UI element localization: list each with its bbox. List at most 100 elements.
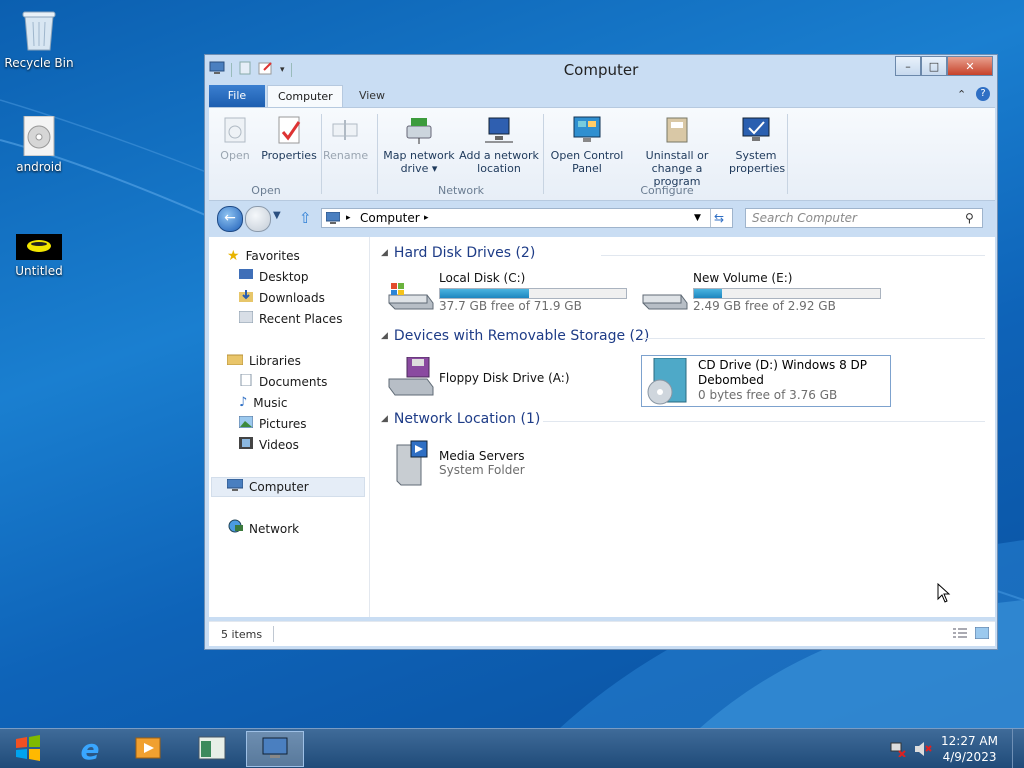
desktop-icon-label: Untitled [15,264,63,278]
drive-item-cd[interactable]: CD Drive (D:) Windows 8 DP Debombed 0 by… [641,355,891,407]
mouse-cursor-icon [937,582,951,606]
details-view-icon[interactable] [953,627,967,642]
open-button[interactable]: Open [215,114,255,162]
minimize-ribbon-icon[interactable]: ⌃ [957,88,966,101]
desktop-icon-recycle-bin[interactable]: Recycle Bin [1,8,77,70]
nav-libraries-label: Libraries [249,354,301,368]
collapse-arrow-icon[interactable]: ◢ [381,248,388,258]
nav-music[interactable]: ♪ Music [239,393,287,413]
taskbar-internet-explorer[interactable]: e [62,731,118,767]
network-status-icon[interactable] [890,741,906,760]
nav-desktop-label: Desktop [259,270,309,284]
group-header-network-location[interactable]: ◢ Network Location (1) [381,411,540,427]
desktop-icon [239,267,253,287]
minimize-button[interactable]: – [895,56,921,76]
drive-usage-fill [694,289,722,298]
group-header-removable-storage[interactable]: ◢ Devices with Removable Storage (2) [381,328,649,344]
ribbon-separator [377,114,378,194]
breadcrumb-computer[interactable]: Computer [360,209,420,227]
collapse-arrow-icon[interactable]: ◢ [381,414,388,424]
taskbar: e 12:27 AM 4/9/2023 [0,728,1024,768]
nav-pictures[interactable]: Pictures [238,414,307,434]
show-desktop-button[interactable] [1012,729,1024,768]
address-dropdown-icon[interactable]: ▼ [694,209,701,227]
nav-desktop[interactable]: Desktop [239,267,309,287]
back-button[interactable]: ← [217,206,243,232]
group-label-configure: Configure [640,184,694,197]
tab-file[interactable]: File [209,85,265,107]
hard-drive-icon [641,281,689,314]
nav-downloads-label: Downloads [259,291,325,305]
computer-icon [226,477,244,497]
group-header-hard-disk-drives[interactable]: ◢ Hard Disk Drives (2) [381,245,535,261]
nav-computer[interactable]: Computer [226,477,309,497]
floppy-drive-icon [387,356,435,400]
taskbar-explorer-active[interactable] [246,731,304,767]
media-server-icon [391,439,431,490]
group-divider [641,338,985,339]
videos-icon [239,435,253,455]
desktop-icon-untitled[interactable]: Untitled [1,234,77,278]
rename-button[interactable]: Rename [323,114,369,162]
map-network-drive-button[interactable]: Map network drive ▾ [383,114,455,175]
group-divider [601,255,985,256]
ribbon-separator [543,114,544,194]
maximize-button[interactable]: □ [921,56,947,76]
pictures-icon [238,414,254,434]
system-properties-button[interactable]: System properties [729,114,785,175]
close-button[interactable]: ✕ [947,56,993,76]
explorer-window: ▾ Computer – □ ✕ File Computer View ⌃ ? … [204,54,998,650]
navigation-bar: ← ▼ ⇧ ▸ Computer ▸ ▼ ⇆ Search Computer ⚲ [209,203,995,233]
start-button[interactable] [0,731,56,767]
system-clock[interactable]: 12:27 AM 4/9/2023 [941,733,998,765]
open-control-panel-button[interactable]: Open Control Panel [549,114,625,175]
uninstall-program-button[interactable]: Uninstall or change a program [627,114,727,188]
breadcrumb-separator-icon[interactable]: ▸ [424,209,429,227]
large-icons-view-icon[interactable] [974,626,990,642]
title-bar[interactable]: ▾ Computer – □ ✕ [205,55,997,83]
addnet-label-2: location [477,162,521,175]
group-label-open: Open [251,184,281,197]
nav-network[interactable]: Network [227,519,299,539]
map-label-2: drive ▾ [400,162,438,175]
refresh-icon[interactable]: ⇆ [714,209,724,227]
up-arrow-icon[interactable]: ⇧ [299,209,312,227]
recent-locations-chevron-icon[interactable]: ▼ [273,210,281,221]
taskbar-media-player[interactable] [120,731,176,767]
program-window-icon [198,735,226,764]
ribbon: Open Properties Rename Open Map network … [209,107,995,201]
nav-videos[interactable]: Videos [239,435,299,455]
nav-recent-places[interactable]: Recent Places [238,309,342,329]
nav-downloads[interactable]: Downloads [239,288,325,308]
nav-favorites[interactable]: ★ Favorites [227,246,300,266]
control-panel-label-2: Panel [572,162,602,175]
rename-label: Rename [323,149,369,162]
taskbar-program[interactable] [184,731,240,767]
content-area: ★ Favorites Desktop Downloads Recent Plac… [209,237,995,617]
window-title: Computer [563,61,639,79]
downloads-icon [239,288,253,308]
status-bar: 5 items [209,621,995,646]
uninstall-icon [661,114,693,146]
drive-usage-bar [439,288,627,299]
drive-name-2: Debombed [698,373,764,387]
tab-computer[interactable]: Computer [267,85,343,107]
drive-free-space: 2.49 GB free of 2.92 GB [693,299,836,313]
address-bar[interactable]: ▸ Computer ▸ ▼ ⇆ [321,208,733,228]
tab-view[interactable]: View [347,85,397,107]
desktop-icon-android[interactable]: android [1,115,77,174]
collapse-arrow-icon[interactable]: ◢ [381,331,388,341]
nav-documents[interactable]: Documents [239,372,327,392]
nav-libraries[interactable]: Libraries [226,351,301,371]
volume-muted-icon[interactable] [914,741,932,760]
search-icon[interactable]: ⚲ [965,211,974,225]
star-icon: ★ [227,248,240,264]
forward-button[interactable] [245,206,271,232]
music-icon: ♪ [239,395,248,410]
search-input[interactable]: Search Computer [745,208,983,228]
add-network-location-button[interactable]: Add a network location [459,114,539,175]
properties-button[interactable]: Properties [259,114,319,162]
open-label: Open [220,149,250,162]
help-icon[interactable]: ? [976,87,990,101]
computer-icon [260,736,290,763]
